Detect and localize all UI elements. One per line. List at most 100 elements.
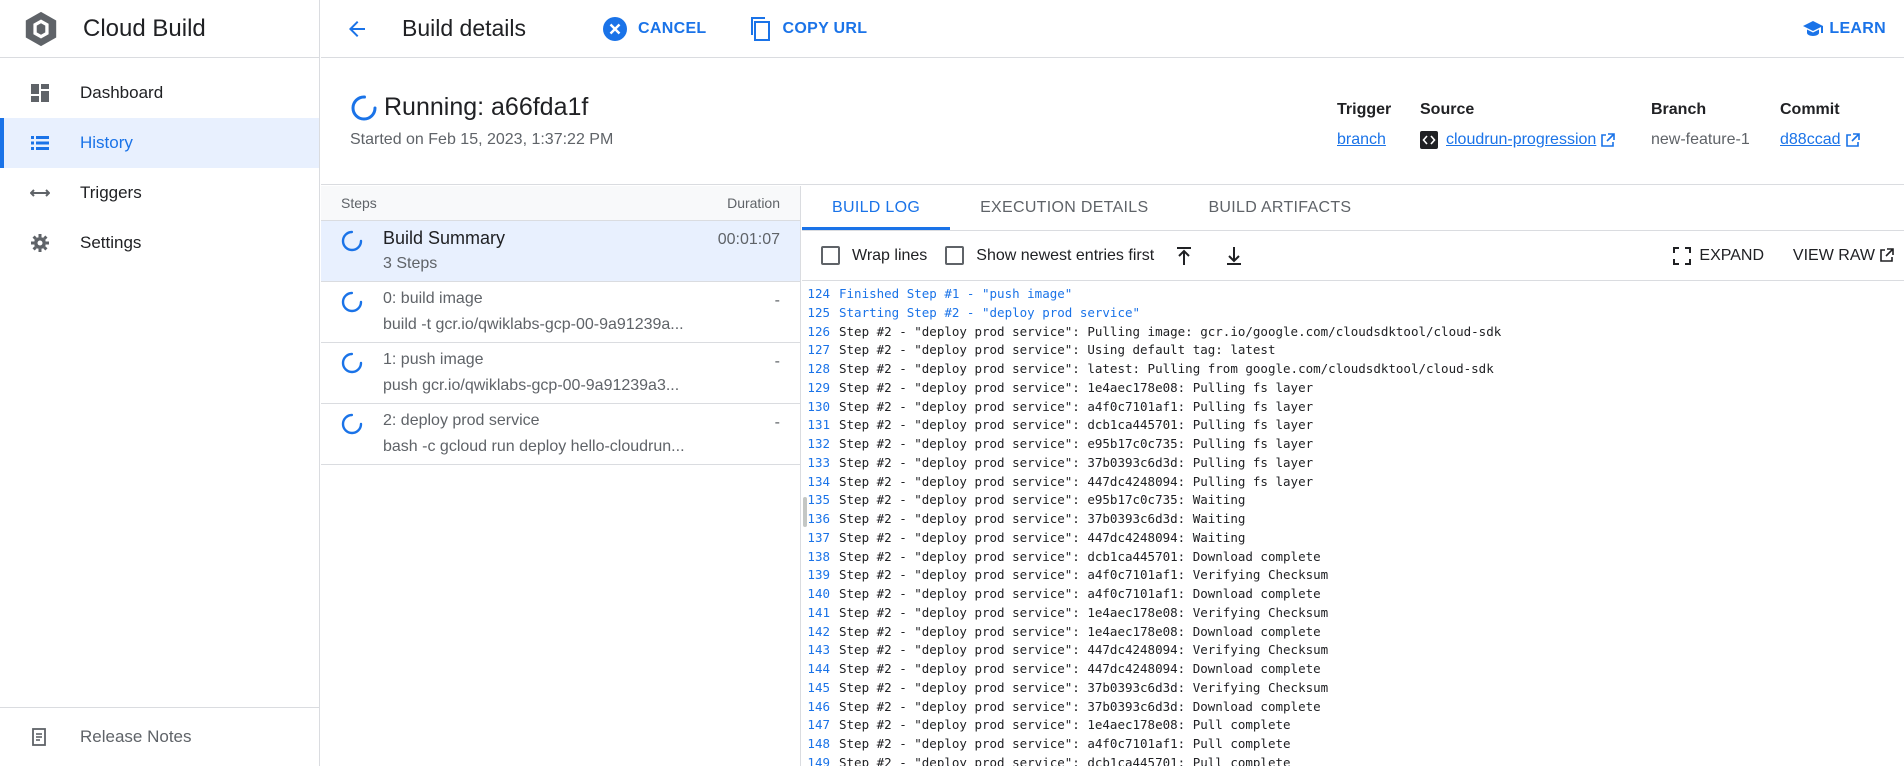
step-push-image[interactable]: 1: push image push gcr.io/qwiklabs-gcp-0… xyxy=(321,343,800,404)
step-name: Build Summary xyxy=(383,228,506,248)
log-line-number[interactable]: 144 xyxy=(802,660,839,679)
log-line-text: Step #2 - "deploy prod service": a4f0c71… xyxy=(839,736,1291,751)
sidebar-item-label: Settings xyxy=(80,233,142,252)
branch-label: Branch xyxy=(1651,101,1707,118)
show-newest-first-checkbox[interactable]: Show newest entries first xyxy=(945,246,1154,265)
log-line-number[interactable]: 141 xyxy=(802,604,839,623)
running-spinner-icon xyxy=(341,413,363,435)
learn-label: LEARN xyxy=(1829,19,1886,37)
log-line-number[interactable]: 139 xyxy=(802,566,839,585)
copy-url-label: COPY URL xyxy=(782,19,868,37)
sidebar-item-settings[interactable]: Settings xyxy=(0,218,319,268)
expand-button[interactable]: EXPAND xyxy=(1673,246,1764,265)
log-line-text: Step #2 - "deploy prod service": 37b0393… xyxy=(839,511,1246,526)
running-spinner-icon xyxy=(351,95,377,120)
commit-link[interactable]: d88ccad xyxy=(1780,131,1860,149)
scroll-to-top-icon[interactable] xyxy=(1172,244,1196,268)
back-arrow-icon[interactable] xyxy=(343,15,371,43)
trigger-link[interactable]: branch xyxy=(1337,131,1391,149)
log-line-number[interactable]: 147 xyxy=(802,716,839,735)
log-line-number[interactable]: 133 xyxy=(802,454,839,473)
log-line-text: Step #2 - "deploy prod service": 1e4aec1… xyxy=(839,604,1329,620)
log-line-number[interactable]: 131 xyxy=(802,416,839,435)
log-line-number[interactable]: 138 xyxy=(802,548,839,567)
log-line-text: Step #2 - "deploy prod service": a4f0c71… xyxy=(839,567,1329,583)
log-line: 149 Step #2 - "deploy prod service": dcb1… xyxy=(802,754,1904,766)
build-start-time: Started on Feb 15, 2023, 1:37:22 PM xyxy=(350,131,614,148)
tab-build-log[interactable]: BUILD LOG xyxy=(802,186,951,230)
log-line-number[interactable]: 130 xyxy=(802,398,839,417)
step-build-summary[interactable]: Build Summary 3 Steps 00:01:07 xyxy=(321,221,800,282)
tab-execution-details[interactable]: EXECUTION DETAILS xyxy=(950,186,1178,230)
step-build-image[interactable]: 0: build image build -t gcr.io/qwiklabs-… xyxy=(321,282,800,343)
log-line-number[interactable]: 134 xyxy=(802,473,839,492)
log-line: 144 Step #2 - "deploy prod service": 447d… xyxy=(802,660,1904,679)
source-info: Source cloudrun-progression xyxy=(1420,101,1616,149)
log-line-number[interactable]: 148 xyxy=(802,735,839,754)
step-deploy-prod-service[interactable]: 2: deploy prod service bash -c gcloud ru… xyxy=(321,404,800,465)
log-panel: BUILD LOG EXECUTION DETAILS BUILD ARTIFA… xyxy=(802,186,1904,766)
cancel-button[interactable]: CANCEL xyxy=(602,16,706,42)
log-line: 129 Step #2 - "deploy prod service": 1e4a… xyxy=(802,379,1904,398)
log-line: 140 Step #2 - "deploy prod service": a4f0… xyxy=(802,585,1904,604)
log-line-number[interactable]: 125 xyxy=(802,304,839,323)
open-in-new-icon xyxy=(1845,132,1860,148)
log-line-text: Step #2 - "deploy prod service": Using d… xyxy=(839,342,1276,358)
commit-label: Commit xyxy=(1780,101,1840,118)
trigger-label: Trigger xyxy=(1337,101,1392,118)
log-line-number[interactable]: 149 xyxy=(802,754,839,766)
scroll-to-bottom-icon[interactable] xyxy=(1222,244,1246,268)
sidebar-item-triggers[interactable]: Triggers xyxy=(0,168,319,218)
log-line-number[interactable]: 137 xyxy=(802,529,839,548)
step-command: build -t gcr.io/qwiklabs-gcp-00-9a91239a… xyxy=(383,316,684,333)
log-line-number[interactable]: 128 xyxy=(802,360,839,379)
log-line-text: Step #2 - "deploy prod service": 1e4aec1… xyxy=(839,379,1314,395)
log-line-number[interactable]: 127 xyxy=(802,341,839,360)
log-line-number[interactable]: 124 xyxy=(802,285,839,304)
log-line-number[interactable]: 132 xyxy=(802,435,839,454)
log-line-text: Step #2 - "deploy prod service": 447dc42… xyxy=(839,473,1314,489)
log-line-number[interactable]: 126 xyxy=(802,323,839,342)
branch-info: Branch new-feature-1 xyxy=(1651,101,1750,149)
log-line-text: Step #2 - "deploy prod service": e95b17c… xyxy=(839,492,1246,508)
log-toolbar: Wrap lines Show newest entries first EXP… xyxy=(802,231,1904,281)
sidebar-item-label: History xyxy=(80,133,133,152)
page-header: Build details CANCEL COPY URL LEARN xyxy=(321,0,1904,58)
log-line-number[interactable]: 135 xyxy=(802,491,839,510)
log-line-number[interactable]: 143 xyxy=(802,641,839,660)
list-icon xyxy=(29,132,51,154)
copy-url-button[interactable]: COPY URL xyxy=(749,16,868,42)
step-duration: 00:01:07 xyxy=(717,231,780,248)
log-line: 137 Step #2 - "deploy prod service": 447d… xyxy=(802,529,1904,548)
build-status: Running: a66fda1f xyxy=(350,93,588,122)
source-label: Source xyxy=(1420,101,1475,118)
log-line-text: Step #2 - "deploy prod service": 37b0393… xyxy=(839,454,1314,470)
log-line-number[interactable]: 146 xyxy=(802,698,839,717)
log-line-text: Step #2 - "deploy prod service": dcb1ca4… xyxy=(839,548,1321,564)
log-line-text: Step #2 - "deploy prod service": 447dc42… xyxy=(839,661,1321,676)
log-line-number[interactable]: 145 xyxy=(802,679,839,698)
wrap-lines-checkbox[interactable]: Wrap lines xyxy=(821,246,927,265)
sidebar-item-history[interactable]: History xyxy=(0,118,319,168)
log-line-number[interactable]: 136 xyxy=(802,510,839,529)
view-raw-button[interactable]: VIEW RAW xyxy=(1793,247,1894,265)
log-line-number[interactable]: 129 xyxy=(802,379,839,398)
source-link[interactable]: cloudrun-progression xyxy=(1420,131,1616,149)
sidebar-item-label: Triggers xyxy=(80,183,142,202)
steps-panel: Steps Duration Build Summary 3 Steps 00:… xyxy=(321,186,801,766)
view-raw-label: VIEW RAW xyxy=(1792,246,1875,264)
log-line: 139 Step #2 - "deploy prod service": a4f0… xyxy=(802,566,1904,585)
sidebar-item-dashboard[interactable]: Dashboard xyxy=(0,68,319,118)
log-line: 127 Step #2 - "deploy prod service": Usin… xyxy=(802,341,1904,360)
step-command: bash -c gcloud run deploy hello-cloudrun… xyxy=(383,438,685,455)
tab-build-artifacts[interactable]: BUILD ARTIFACTS xyxy=(1178,186,1381,230)
log-line-text: Step #2 - "deploy prod service": 447dc42… xyxy=(839,642,1329,658)
log-line-number[interactable]: 140 xyxy=(802,585,839,604)
learn-button[interactable]: LEARN xyxy=(1803,20,1886,38)
log-line-number[interactable]: 142 xyxy=(802,623,839,642)
log-line: 146 Step #2 - "deploy prod service": 37b0… xyxy=(802,698,1904,717)
log-line: 145 Step #2 - "deploy prod service": 37b0… xyxy=(802,679,1904,698)
log-line: 124 Finished Step #1 - "push image" xyxy=(802,285,1904,304)
sidebar-item-release-notes[interactable]: Release Notes xyxy=(0,707,319,766)
log-line: 125 Starting Step #2 - "deploy prod servi… xyxy=(802,304,1904,323)
